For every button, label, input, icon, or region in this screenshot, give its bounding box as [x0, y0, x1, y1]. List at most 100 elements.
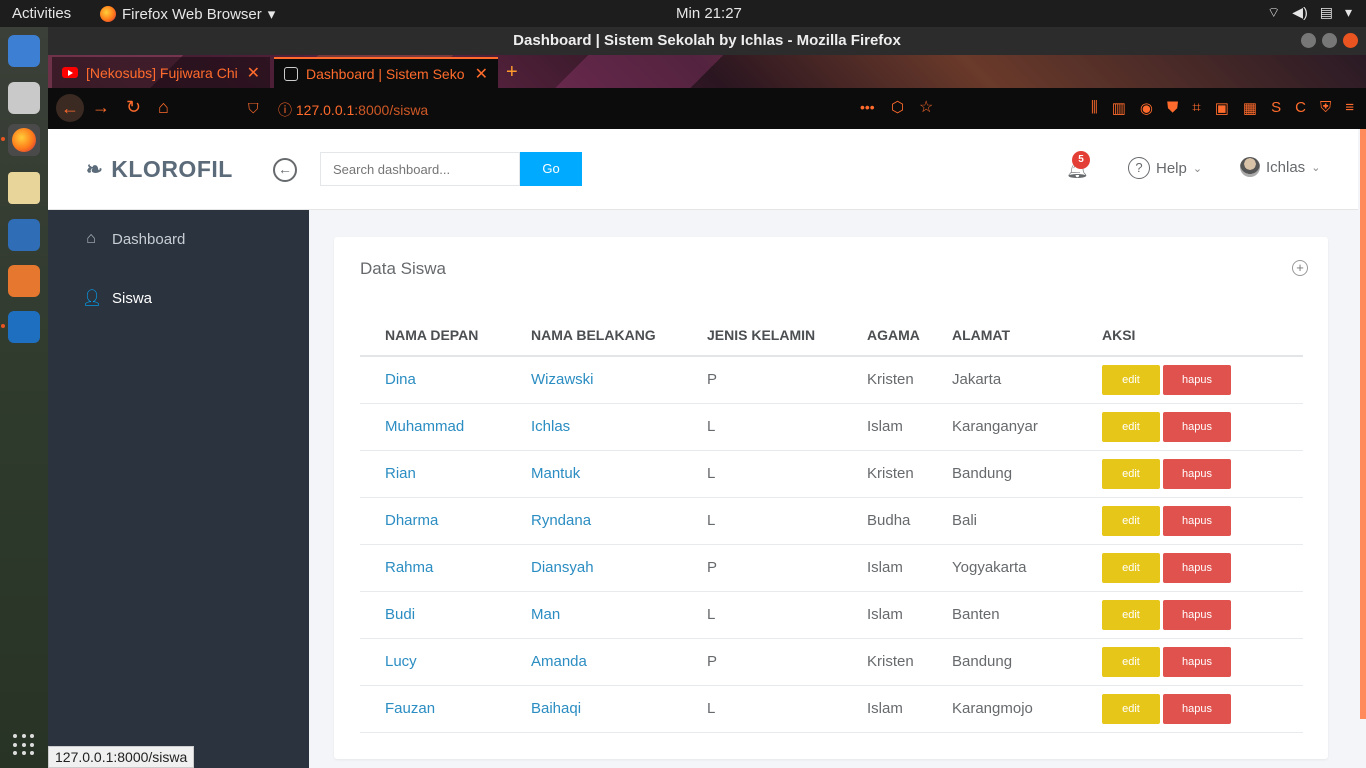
- sidebar-toggle-icon[interactable]: ←: [273, 158, 297, 182]
- last-name-cell[interactable]: Ryndana: [506, 497, 682, 545]
- s-extension-icon[interactable]: S: [1271, 99, 1281, 117]
- edit-button[interactable]: edit: [1102, 364, 1160, 395]
- help-menu[interactable]: ? Help ⌄: [1128, 157, 1202, 179]
- add-circle-icon[interactable]: +: [1292, 260, 1308, 276]
- maximize-button[interactable]: [1322, 33, 1337, 48]
- url-bar[interactable]: ⓘ 127.0.0.1:8000/siswa: [278, 100, 428, 120]
- files-icon[interactable]: [8, 82, 40, 114]
- delete-button[interactable]: hapus: [1163, 599, 1231, 630]
- edit-button[interactable]: edit: [1102, 693, 1160, 724]
- tab-dashboard[interactable]: Dashboard | Sistem Seko ✕: [274, 57, 498, 88]
- last-name-cell[interactable]: Wizawski: [506, 356, 682, 404]
- first-name-cell[interactable]: Rian: [360, 450, 506, 498]
- leaf-logo-icon: ❧: [86, 159, 104, 181]
- close-tab-icon[interactable]: ✕: [247, 63, 260, 83]
- library-icon[interactable]: ⫼: [1091, 99, 1098, 117]
- bitwarden-icon[interactable]: ⛨: [1320, 99, 1331, 117]
- rhythmbox-icon[interactable]: [8, 172, 40, 204]
- clock[interactable]: Min 21:27: [676, 5, 742, 22]
- page-actions-icon[interactable]: •••: [860, 99, 875, 115]
- edit-button[interactable]: edit: [1102, 599, 1160, 630]
- screenshot-icon[interactable]: ▣: [1215, 99, 1229, 117]
- column-header: ALAMAT: [927, 315, 1077, 357]
- avatar: [1240, 157, 1260, 177]
- crop-icon[interactable]: ⌗: [1192, 99, 1200, 117]
- wifi-icon[interactable]: ⌔: [1267, 4, 1280, 22]
- sidebar-icon[interactable]: ▥: [1112, 99, 1126, 117]
- search-input[interactable]: [320, 152, 520, 186]
- volume-icon[interactable]: ◀): [1292, 4, 1307, 22]
- first-name-cell[interactable]: Budi: [360, 591, 506, 639]
- delete-button[interactable]: hapus: [1163, 505, 1231, 536]
- actions-cell: edit hapus: [1077, 591, 1303, 639]
- sidebar-item-siswa[interactable]: 👤︎ Siswa: [82, 288, 152, 308]
- extension-icon[interactable]: ▦: [1243, 99, 1257, 117]
- writer-icon[interactable]: [8, 219, 40, 251]
- edit-button[interactable]: edit: [1102, 411, 1160, 442]
- table-row: Budi Man L Islam Banten edit hapus: [360, 591, 1303, 639]
- system-tray[interactable]: ⌔ ◀) ▤ ▾: [1267, 4, 1352, 22]
- chevron-down-icon[interactable]: ▾: [1345, 4, 1352, 22]
- menu-icon[interactable]: ≡: [1345, 99, 1354, 117]
- account-icon[interactable]: ◉: [1140, 99, 1153, 117]
- software-center-icon[interactable]: [8, 265, 40, 297]
- last-name-cell[interactable]: Diansyah: [506, 544, 682, 592]
- edit-button[interactable]: edit: [1102, 646, 1160, 677]
- activities-button[interactable]: Activities: [12, 5, 71, 22]
- delete-button[interactable]: hapus: [1163, 552, 1231, 583]
- brand-logo[interactable]: ❧ KLOROFIL: [86, 156, 233, 183]
- reload-button[interactable]: ↻: [126, 97, 141, 118]
- c-extension-icon[interactable]: C: [1295, 99, 1306, 117]
- edit-button[interactable]: edit: [1102, 552, 1160, 583]
- first-name-cell[interactable]: Dharma: [360, 497, 506, 545]
- delete-button[interactable]: hapus: [1163, 646, 1231, 677]
- address-cell: Bandung: [927, 450, 1077, 498]
- app-menu[interactable]: Firefox Web Browser ▾: [100, 5, 275, 23]
- minimize-button[interactable]: [1301, 33, 1316, 48]
- battery-icon[interactable]: ▤: [1320, 4, 1333, 22]
- column-header: JENIS KELAMIN: [682, 315, 842, 357]
- close-button[interactable]: [1343, 33, 1358, 48]
- info-icon[interactable]: ⓘ: [278, 102, 292, 118]
- first-name-cell[interactable]: Dina: [360, 356, 506, 404]
- delete-button[interactable]: hapus: [1163, 364, 1231, 395]
- first-name-cell[interactable]: Muhammad: [360, 403, 506, 451]
- leaf-icon: [284, 66, 298, 81]
- user-menu[interactable]: Ichlas ⌄: [1240, 157, 1320, 177]
- sidebar-item-dashboard[interactable]: ⌂ Dashboard: [82, 230, 185, 248]
- pocket-icon[interactable]: ⬡: [891, 98, 904, 116]
- delete-button[interactable]: hapus: [1163, 693, 1231, 724]
- table-row: Dharma Ryndana L Budha Bali edit hapus: [360, 497, 1303, 545]
- new-tab-button[interactable]: +: [506, 61, 518, 84]
- user-name: Ichlas: [1266, 158, 1306, 176]
- forward-button[interactable]: →: [92, 97, 110, 118]
- bookmark-star-icon[interactable]: ☆: [919, 97, 933, 117]
- last-name-cell[interactable]: Ichlas: [506, 403, 682, 451]
- first-name-cell[interactable]: Fauzan: [360, 685, 506, 733]
- edit-button[interactable]: edit: [1102, 505, 1160, 536]
- home-button[interactable]: ⌂: [158, 97, 169, 118]
- first-name-cell[interactable]: Rahma: [360, 544, 506, 592]
- first-name-cell[interactable]: Lucy: [360, 638, 506, 686]
- help-label: Help: [1156, 159, 1187, 177]
- delete-button[interactable]: hapus: [1163, 458, 1231, 489]
- back-button[interactable]: ←: [56, 94, 84, 122]
- thunderbird-icon[interactable]: [8, 35, 40, 67]
- firefox-icon: [100, 6, 116, 22]
- last-name-cell[interactable]: Amanda: [506, 638, 682, 686]
- close-tab-icon[interactable]: ✕: [475, 64, 488, 84]
- tab-youtube[interactable]: [Nekosubs] Fujiwara Chi ✕: [52, 57, 270, 88]
- edit-button[interactable]: edit: [1102, 458, 1160, 489]
- vscode-icon[interactable]: [1, 311, 40, 343]
- last-name-cell[interactable]: Baihaqi: [506, 685, 682, 733]
- last-name-cell[interactable]: Mantuk: [506, 450, 682, 498]
- ublock-icon[interactable]: ⛊: [1167, 99, 1178, 117]
- go-button[interactable]: Go: [520, 152, 582, 186]
- delete-button[interactable]: hapus: [1163, 411, 1231, 442]
- scrollbar[interactable]: [1360, 129, 1366, 719]
- window-title: Dashboard | Sistem Sekolah by Ichlas - M…: [513, 32, 901, 49]
- firefox-dock-icon[interactable]: [1, 124, 40, 156]
- last-name-cell[interactable]: Man: [506, 591, 682, 639]
- show-applications-icon[interactable]: [13, 734, 35, 756]
- shield-icon[interactable]: ⛉: [248, 100, 259, 117]
